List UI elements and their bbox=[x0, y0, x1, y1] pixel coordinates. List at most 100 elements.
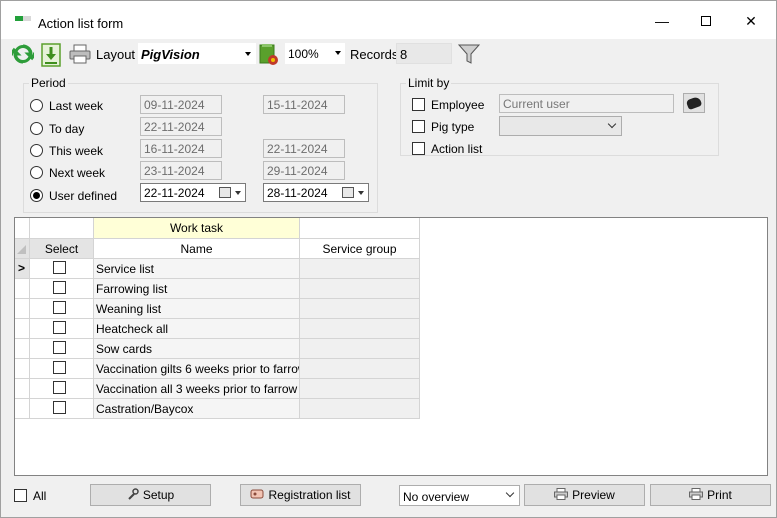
pig-type-dropdown[interactable] bbox=[499, 116, 622, 136]
row-checkbox[interactable] bbox=[53, 401, 66, 414]
name-column-header[interactable]: Name bbox=[94, 239, 300, 259]
to-day-label: To day bbox=[49, 122, 85, 136]
select-cell[interactable] bbox=[30, 379, 94, 399]
limit-title: Limit by bbox=[406, 76, 452, 90]
row-header-current[interactable]: > bbox=[15, 259, 30, 279]
row-checkbox[interactable] bbox=[53, 321, 66, 334]
grid-corner-top bbox=[15, 218, 30, 239]
all-label: All bbox=[33, 489, 47, 503]
service-group-cell[interactable] bbox=[300, 399, 420, 419]
name-cell[interactable]: Service list bbox=[94, 259, 300, 279]
toolbar: Layout PigVision 100% Records 8 bbox=[1, 39, 776, 69]
chevron-down-icon bbox=[335, 51, 341, 55]
registration-icon bbox=[250, 488, 264, 503]
layout-settings-icon[interactable] bbox=[258, 43, 278, 65]
employee-select-button[interactable] bbox=[683, 93, 705, 113]
download-icon[interactable] bbox=[41, 43, 61, 67]
select-cell[interactable] bbox=[30, 299, 94, 319]
print-icon[interactable] bbox=[69, 44, 91, 66]
filter-icon[interactable] bbox=[457, 44, 481, 66]
pig-type-checkbox[interactable] bbox=[412, 120, 425, 133]
service-group-cell[interactable] bbox=[300, 299, 420, 319]
select-cell[interactable] bbox=[30, 319, 94, 339]
row-header[interactable] bbox=[15, 359, 30, 379]
row-checkbox[interactable] bbox=[53, 261, 66, 274]
layout-dropdown[interactable]: PigVision bbox=[138, 43, 256, 64]
name-cell[interactable]: Vaccination gilts 6 weeks prior to farro… bbox=[94, 359, 300, 379]
name-cell[interactable]: Sow cards bbox=[94, 339, 300, 359]
preview-icon bbox=[554, 488, 569, 503]
row-header[interactable] bbox=[15, 339, 30, 359]
registration-list-button[interactable]: Registration list bbox=[240, 484, 361, 506]
row-checkbox[interactable] bbox=[53, 381, 66, 394]
print-button[interactable]: Print bbox=[650, 484, 771, 506]
maximize-button[interactable] bbox=[694, 11, 718, 31]
select-cell[interactable] bbox=[30, 359, 94, 379]
radio-this-week[interactable] bbox=[30, 144, 43, 157]
user-defined-from-picker[interactable]: 22-11-2024 bbox=[140, 183, 246, 202]
grid-service-group-spacer bbox=[300, 218, 420, 239]
refresh-icon[interactable] bbox=[8, 43, 38, 65]
service-group-cell[interactable] bbox=[300, 379, 420, 399]
select-cell[interactable] bbox=[30, 339, 94, 359]
radio-last-week[interactable] bbox=[30, 99, 43, 112]
user-defined-to-picker[interactable]: 28-11-2024 bbox=[263, 183, 369, 202]
name-cell[interactable]: Heatcheck all bbox=[94, 319, 300, 339]
select-cell[interactable] bbox=[30, 259, 94, 279]
row-header[interactable] bbox=[15, 299, 30, 319]
employee-checkbox[interactable] bbox=[412, 98, 425, 111]
radio-user-defined[interactable] bbox=[30, 189, 43, 202]
name-cell[interactable]: Farrowing list bbox=[94, 279, 300, 299]
work-task-header: Work task bbox=[94, 218, 300, 239]
preview-label: Preview bbox=[572, 488, 615, 502]
grid-corner[interactable] bbox=[15, 239, 30, 259]
pig-type-label: Pig type bbox=[431, 120, 475, 134]
title-bar[interactable]: Action list form — ✕ bbox=[1, 1, 776, 39]
close-button[interactable]: ✕ bbox=[739, 11, 763, 31]
row-checkbox[interactable] bbox=[53, 361, 66, 374]
service-group-cell[interactable] bbox=[300, 259, 420, 279]
action-list-window: Action list form — ✕ Layout PigVision 10… bbox=[0, 0, 777, 518]
radio-to-day[interactable] bbox=[30, 122, 43, 135]
service-group-cell[interactable] bbox=[300, 319, 420, 339]
row-checkbox[interactable] bbox=[53, 341, 66, 354]
chevron-down-icon bbox=[245, 52, 251, 56]
preview-button[interactable]: Preview bbox=[524, 484, 645, 506]
minimize-button[interactable]: — bbox=[650, 11, 674, 31]
zoom-dropdown[interactable]: 100% bbox=[285, 43, 345, 64]
select-cell[interactable] bbox=[30, 279, 94, 299]
layout-label: Layout bbox=[96, 47, 136, 62]
service-group-cell[interactable] bbox=[300, 279, 420, 299]
row-checkbox[interactable] bbox=[53, 281, 66, 294]
row-header[interactable] bbox=[15, 279, 30, 299]
service-group-cell[interactable] bbox=[300, 359, 420, 379]
to-day-from: 22-11-2024 bbox=[140, 117, 222, 136]
setup-button[interactable]: Setup bbox=[90, 484, 211, 506]
radio-next-week[interactable] bbox=[30, 166, 43, 179]
select-cell[interactable] bbox=[30, 399, 94, 419]
name-cell[interactable]: Weaning list bbox=[94, 299, 300, 319]
all-checkbox[interactable] bbox=[14, 489, 27, 502]
employee-label: Employee bbox=[431, 98, 485, 112]
name-cell[interactable]: Castration/Baycox bbox=[94, 399, 300, 419]
overview-dropdown[interactable]: No overview bbox=[399, 485, 520, 506]
overview-value: No overview bbox=[403, 490, 470, 504]
row-checkbox[interactable] bbox=[53, 301, 66, 314]
action-list-checkbox[interactable] bbox=[412, 142, 425, 155]
select-column-header[interactable]: Select bbox=[30, 239, 94, 259]
wrench-icon bbox=[127, 488, 139, 503]
zoom-value: 100% bbox=[288, 47, 319, 61]
name-cell[interactable]: Vaccination all 3 weeks prior to farrow bbox=[94, 379, 300, 399]
row-header[interactable] bbox=[15, 319, 30, 339]
service-group-column-header[interactable]: Service group bbox=[300, 239, 420, 259]
service-group-cell[interactable] bbox=[300, 339, 420, 359]
records-label: Records bbox=[350, 47, 399, 62]
print-label: Print bbox=[707, 488, 732, 502]
row-header[interactable] bbox=[15, 399, 30, 419]
last-week-label: Last week bbox=[49, 99, 104, 113]
this-week-from: 16-11-2024 bbox=[140, 139, 222, 158]
row-header[interactable] bbox=[15, 379, 30, 399]
select-all-icon bbox=[17, 245, 26, 254]
chevron-down-icon bbox=[607, 119, 617, 129]
user-defined-to: 28-11-2024 bbox=[267, 186, 328, 200]
